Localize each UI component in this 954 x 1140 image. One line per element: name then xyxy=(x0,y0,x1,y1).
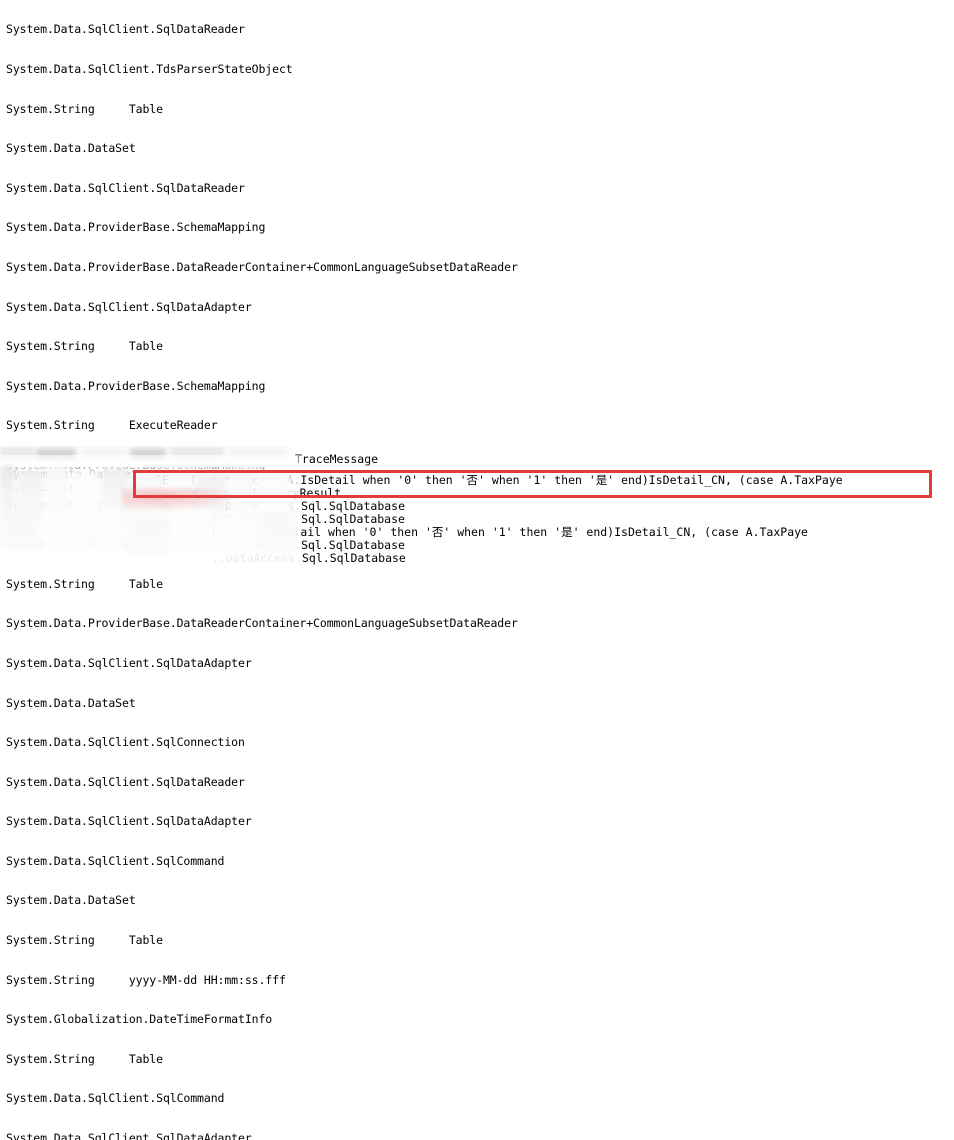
trace-message-label: TraceMessage xyxy=(295,452,379,466)
log-line: System.Data.SqlClient.SqlDataAdapter xyxy=(6,655,252,670)
log-line: System.String Table xyxy=(6,576,163,591)
log-line: System.Data.SqlClient.SqlCommand xyxy=(6,853,225,868)
lower-log-block: TraceMessage System.Data.DataSet System.… xyxy=(0,449,954,570)
log-line: System.Data.SqlClient.SqlConnection xyxy=(6,735,245,750)
log-line: System.Data.SqlClient.SqlDataReader xyxy=(6,774,245,789)
log-line: System.Data.SqlClient.SqlDataReader xyxy=(6,180,245,195)
masked-log-line: System.String xyxy=(6,480,97,494)
log-line: System.Data.SqlClient.SqlDataAdapter xyxy=(6,299,252,314)
log-line: System.String yyyy-MM-dd HH:mm:ss.fff xyxy=(6,972,286,987)
log-line: System.String Table xyxy=(6,1051,163,1066)
log-line: System.Data.SqlClient.SqlDataAdapter xyxy=(6,814,252,829)
log-line: System.Data.ProviderBase.DataReaderConta… xyxy=(6,259,518,274)
log-line: System.String Table xyxy=(6,339,163,354)
log-line: System.Globalization.DateTimeFormatInfo xyxy=(6,1012,273,1027)
log-line: System.Data.ProviderBase.SchemaMapping xyxy=(6,220,266,235)
log-line: System.Data.SqlClient.SqlDataAdapter xyxy=(6,1131,252,1140)
log-line: System.Data.DataSet xyxy=(6,695,136,710)
log-line: System.Data.DataSet xyxy=(6,141,136,156)
log-line: System.String Table xyxy=(6,101,163,116)
log-line: System.Data.SqlClient.SqlDataReader xyxy=(6,22,245,37)
log-line: System.Data.DataSet xyxy=(6,893,136,908)
log-line: System.Data.ProviderBase.SchemaMapping xyxy=(6,378,266,393)
log-line: System.String Table xyxy=(6,933,163,948)
log-line-list: System.Data.SqlClient.SqlDataReader Syst… xyxy=(6,0,518,1140)
log-line: System.Data.ProviderBase.DataReaderConta… xyxy=(6,616,518,631)
log-line: System.String ExecuteReader xyxy=(6,418,218,433)
log-line: System.Data.SqlClient.TdsParserStateObje… xyxy=(6,62,293,76)
log-line: System.Data.SqlClient.SqlCommand xyxy=(6,1091,225,1106)
dataaccess-line: ..DataAccess.Sql.SqlDatabase xyxy=(212,551,406,565)
